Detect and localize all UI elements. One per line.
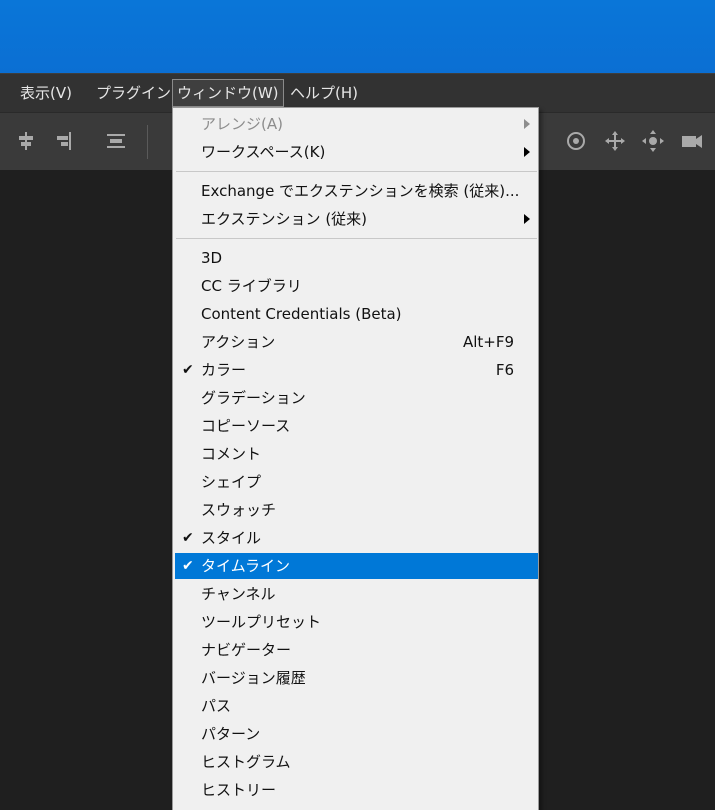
menu-item-3d[interactable]: 3D	[175, 245, 538, 271]
menu-item-arrange[interactable]: アレンジ(A)	[175, 111, 538, 137]
menu-item-styles[interactable]: ✔ スタイル	[175, 525, 538, 551]
menu-item-gradients[interactable]: グラデーション	[175, 385, 538, 411]
menu-item-content-credentials[interactable]: Content Credentials (Beta)	[175, 301, 538, 327]
menu-item-cc-libraries[interactable]: CC ライブラリ	[175, 273, 538, 299]
slide-3d-icon[interactable]	[641, 129, 665, 153]
menu-item-histogram[interactable]: ヒストグラム	[175, 749, 538, 775]
submenu-arrow-icon	[524, 119, 530, 129]
menu-separator	[176, 238, 537, 239]
menu-item-actions[interactable]: アクション Alt+F9	[175, 329, 538, 355]
menu-item-exchange[interactable]: Exchange でエクステンションを検索 (従来)...	[175, 178, 538, 204]
camera-3d-icon[interactable]	[680, 129, 704, 153]
menu-item-channels[interactable]: チャンネル	[175, 581, 538, 607]
checkmark-icon: ✔	[182, 558, 194, 574]
submenu-arrow-icon	[524, 214, 530, 224]
desktop-background	[0, 0, 715, 73]
menu-item-extensions[interactable]: エクステンション (従来)	[175, 206, 538, 232]
align-right-icon[interactable]	[52, 129, 76, 153]
menu-separator	[176, 171, 537, 172]
checkmark-icon: ✔	[182, 530, 194, 546]
menu-window[interactable]: ウィンドウ(W)	[172, 79, 284, 107]
rotate-3d-icon[interactable]	[564, 129, 588, 153]
menu-item-clone-source[interactable]: コピーソース	[175, 413, 538, 439]
menu-item-tool-presets[interactable]: ツールプリセット	[175, 609, 538, 635]
toolbar-separator	[147, 125, 148, 159]
menu-item-timeline[interactable]: ✔ タイムライン	[175, 553, 538, 579]
align-left-icon[interactable]	[14, 129, 38, 153]
submenu-arrow-icon	[524, 147, 530, 157]
menu-help[interactable]: ヘルプ(H)	[286, 79, 362, 107]
window-menu-dropdown: アレンジ(A) ワークスペース(K) Exchange でエクステンションを検索…	[172, 107, 539, 810]
menu-item-color[interactable]: ✔ カラー F6	[175, 357, 538, 383]
menu-item-navigator[interactable]: ナビゲーター	[175, 637, 538, 663]
menu-item-swatches[interactable]: スウォッチ	[175, 497, 538, 523]
menu-item-shapes[interactable]: シェイプ	[175, 469, 538, 495]
menu-view[interactable]: 表示(V)	[16, 79, 76, 107]
menu-item-comments[interactable]: コメント	[175, 441, 538, 467]
menu-item-paths[interactable]: パス	[175, 693, 538, 719]
checkmark-icon: ✔	[182, 362, 194, 378]
menu-item-patterns[interactable]: パターン	[175, 721, 538, 747]
distribute-icon[interactable]	[104, 129, 128, 153]
menu-plugins[interactable]: プラグイン	[92, 79, 175, 107]
menu-item-history[interactable]: ヒストリー	[175, 777, 538, 803]
pan-3d-icon[interactable]	[603, 129, 627, 153]
menu-item-workspace[interactable]: ワークスペース(K)	[175, 139, 538, 165]
menu-item-version-history[interactable]: バージョン履歴	[175, 665, 538, 691]
